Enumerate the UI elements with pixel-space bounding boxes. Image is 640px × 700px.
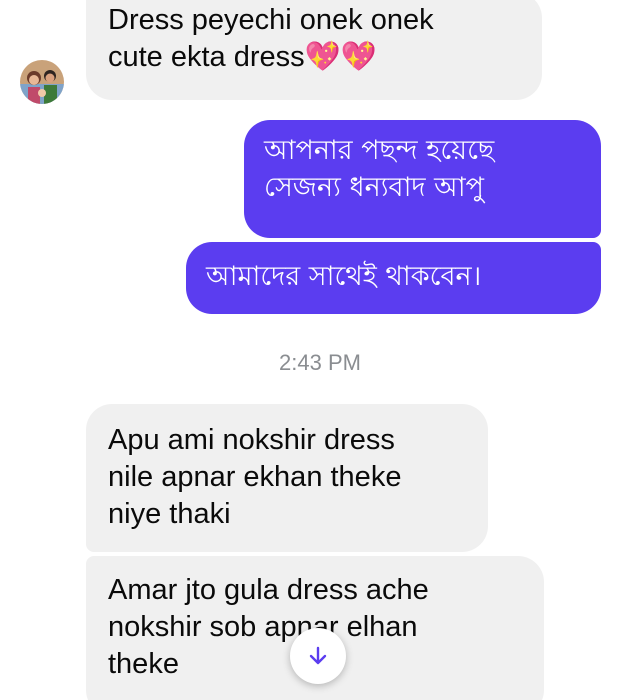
outgoing-message-bubble[interactable]: আমাদের সাথেই থাকবেন।: [186, 242, 601, 314]
incoming-message-bubble[interactable]: Dress peyechi onek onek cute ekta dress💖…: [86, 0, 542, 100]
scroll-to-bottom-button[interactable]: [290, 628, 346, 684]
chat-thread[interactable]: Dress peyechi onek onek cute ekta dress💖…: [0, 0, 640, 700]
outgoing-message-bubble[interactable]: আপনার পছন্দ হয়েছে সেজন্য ধন্যবাদ আপু: [244, 120, 601, 238]
incoming-message-bubble[interactable]: Apu ami nokshir dress nile apnar ekhan t…: [86, 404, 488, 552]
contact-avatar[interactable]: [20, 60, 64, 104]
arrow-down-icon: [309, 646, 327, 665]
message-timestamp: 2:43 PM: [279, 350, 361, 375]
